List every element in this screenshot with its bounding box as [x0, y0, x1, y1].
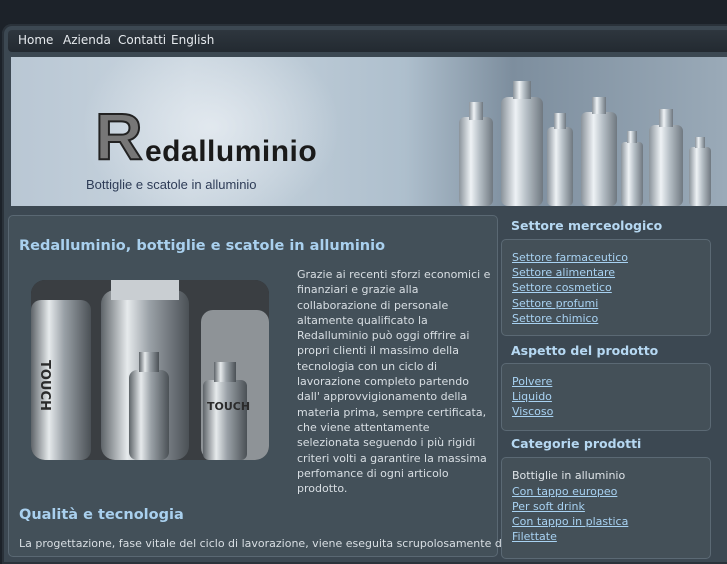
sidebar-item-cosmetico[interactable]: Settore cosmetico: [512, 281, 612, 294]
sidebar-item-filettate[interactable]: Filettate: [512, 530, 557, 543]
sidebar-item-viscoso[interactable]: Viscoso: [512, 405, 553, 418]
photo-label-1: TOUCH: [37, 360, 52, 411]
sidebar-item-soft-drink[interactable]: Per soft drink: [512, 500, 585, 513]
nav-azienda[interactable]: Azienda: [63, 33, 111, 47]
sidebar-heading-settore: Settore merceologico: [511, 218, 663, 233]
sidebar-box-categorie: Bottiglie in alluminio Con tappo europeo…: [501, 457, 711, 559]
bottles-image: [459, 81, 711, 206]
sidebar-item-alimentare[interactable]: Settore alimentare: [512, 266, 615, 279]
sidebar-item-farmaceutico[interactable]: Settore farmaceutico: [512, 251, 628, 264]
quality-paragraph: La progettazione, fase vitale del ciclo …: [19, 537, 509, 550]
sidebar-item-tappo-europeo[interactable]: Con tappo europeo: [512, 485, 617, 498]
quality-heading: Qualità e tecnologia: [19, 507, 184, 523]
sidebar-item-liquido[interactable]: Liquido: [512, 390, 552, 403]
intro-paragraph: Grazie ai recenti sforzi economici e fin…: [297, 268, 491, 496]
sidebar-box-settore: Settore farmaceutico Settore alimentare …: [501, 239, 711, 336]
sidebar-item-tappo-plastica[interactable]: Con tappo in plastica: [512, 515, 628, 528]
product-photo-image: TOUCH TOUCH: [31, 280, 269, 460]
banner-tagline: Bottiglie e scatole in alluminio: [86, 177, 257, 192]
sidebar-item-chimico[interactable]: Settore chimico: [512, 312, 598, 325]
top-nav: Home Azienda Contatti English: [8, 30, 727, 52]
main-content: Redalluminio, bottiglie e scatole in all…: [8, 215, 509, 557]
nav-home[interactable]: Home: [18, 33, 53, 47]
logo-initial: R: [94, 99, 144, 173]
sidebar-category-label: Bottiglie in alluminio: [512, 469, 626, 482]
sidebar-heading-aspetto: Aspetto del prodotto: [511, 343, 659, 358]
product-photo: TOUCH TOUCH: [31, 280, 269, 460]
sidebar-item-profumi[interactable]: Settore profumi: [512, 297, 598, 310]
sidebar-item-polvere[interactable]: Polvere: [512, 375, 552, 388]
main-heading: Redalluminio, bottiglie e scatole in all…: [19, 238, 386, 254]
sidebar-box-aspetto: Polvere Liquido Viscoso: [501, 363, 711, 431]
nav-english[interactable]: English: [171, 33, 214, 47]
sidebar-heading-categorie: Categorie prodotti: [511, 436, 642, 451]
logo-text: edalluminio: [145, 135, 318, 168]
nav-contatti[interactable]: Contatti: [118, 33, 166, 47]
photo-label-2: TOUCH: [207, 400, 250, 413]
header-banner: R edalluminio Bottiglie e scatole in all…: [11, 57, 727, 206]
